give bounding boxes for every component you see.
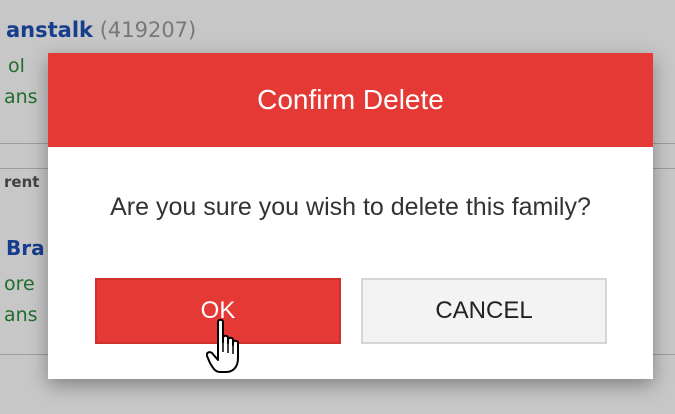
confirm-delete-dialog: Confirm Delete Are you sure you wish to … — [48, 53, 653, 379]
dialog-title: Confirm Delete — [257, 84, 444, 115]
dialog-message: Are you sure you wish to delete this fam… — [110, 193, 591, 221]
cancel-button[interactable]: CANCEL — [361, 278, 607, 344]
hand-pointer-icon — [206, 318, 239, 373]
dialog-header: Confirm Delete — [48, 53, 653, 147]
